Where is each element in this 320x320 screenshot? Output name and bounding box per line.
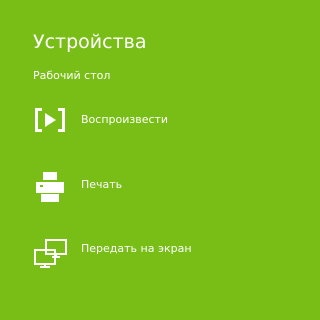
section-label: Рабочий стол — [33, 69, 111, 82]
play-to-device-button[interactable]: Воспроизвести — [24, 98, 260, 148]
panel-title: Устройства — [33, 31, 147, 53]
play-to-device-icon — [32, 104, 68, 136]
devices-charm-panel: Устройства Рабочий стол Воспроизвести Пе… — [0, 0, 266, 320]
printer-icon — [32, 172, 68, 204]
project-to-screen-label: Передать на экран — [81, 242, 192, 255]
project-to-screen-button[interactable]: Передать на экран — [24, 224, 260, 274]
print-label: Печать — [81, 178, 123, 191]
print-button[interactable]: Печать — [24, 160, 260, 210]
project-to-screen-icon — [32, 238, 68, 270]
play-to-device-label: Воспроизвести — [81, 113, 169, 126]
